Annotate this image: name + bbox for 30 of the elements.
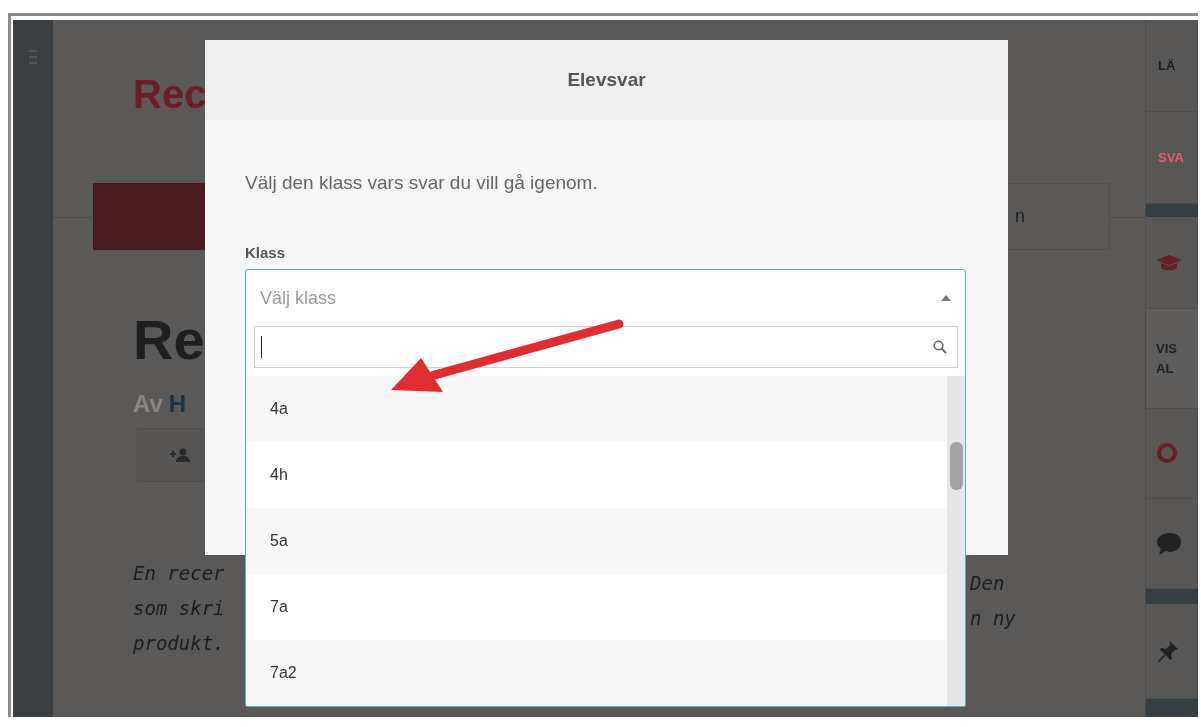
instruction-text: Välj den klass vars svar du vill gå igenom.: [245, 172, 599, 194]
scrollbar-thumb[interactable]: [950, 442, 963, 490]
pin-icon[interactable]: [1156, 639, 1180, 663]
select-placeholder: Välj klass: [260, 287, 337, 309]
search-field[interactable]: [254, 326, 958, 368]
article-title: Re: [133, 307, 206, 373]
intro-text-line: Den: [970, 571, 1006, 596]
add-user-icon: [170, 448, 190, 462]
graduation-cap-icon[interactable]: [1156, 254, 1182, 271]
intro-text-line: n ny: [970, 606, 1017, 631]
field-label: Klass: [245, 244, 287, 261]
sidebar-band: [1146, 589, 1198, 604]
caret-up-icon: [941, 295, 951, 301]
circle-icon[interactable]: [1156, 441, 1178, 466]
class-option[interactable]: 4a: [246, 376, 947, 442]
modal-title: Elevsvar: [205, 40, 1008, 120]
page-header-title: Rec: [133, 72, 208, 117]
intro-text-line: En recer: [133, 561, 226, 586]
intro-text-line: produkt.: [133, 631, 226, 656]
class-option[interactable]: 7a2: [246, 640, 947, 706]
class-option[interactable]: 5a: [246, 508, 947, 574]
search-icon: [933, 340, 947, 354]
speech-bubble-icon[interactable]: [1156, 531, 1182, 556]
class-select[interactable]: Välj klass 4a 4h 5a 7a 7a2: [245, 269, 966, 707]
intro-text-line: som skri: [133, 596, 226, 621]
handle-icon[interactable]: [29, 50, 37, 64]
sidebar-band: [1146, 699, 1198, 717]
sidebar-band: [1146, 204, 1198, 217]
scrollbar-track[interactable]: [947, 376, 965, 706]
tab-bar[interactable]: [93, 183, 205, 250]
